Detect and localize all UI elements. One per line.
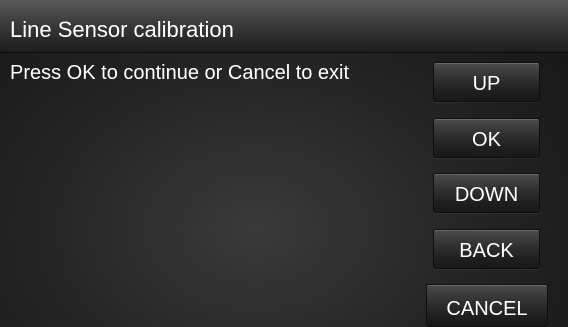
down-button[interactable]: DOWN [433, 173, 540, 213]
cancel-button[interactable]: CANCEL [426, 284, 548, 327]
up-button[interactable]: UP [433, 62, 540, 102]
title-bar: Line Sensor calibration [0, 0, 568, 53]
ok-button[interactable]: OK [433, 118, 540, 158]
instruction-message: Press OK to continue or Cancel to exit [10, 62, 350, 84]
back-button[interactable]: BACK [433, 229, 540, 269]
calibration-screen: Line Sensor calibration Press OK to cont… [0, 0, 568, 327]
page-title: Line Sensor calibration [10, 17, 234, 42]
